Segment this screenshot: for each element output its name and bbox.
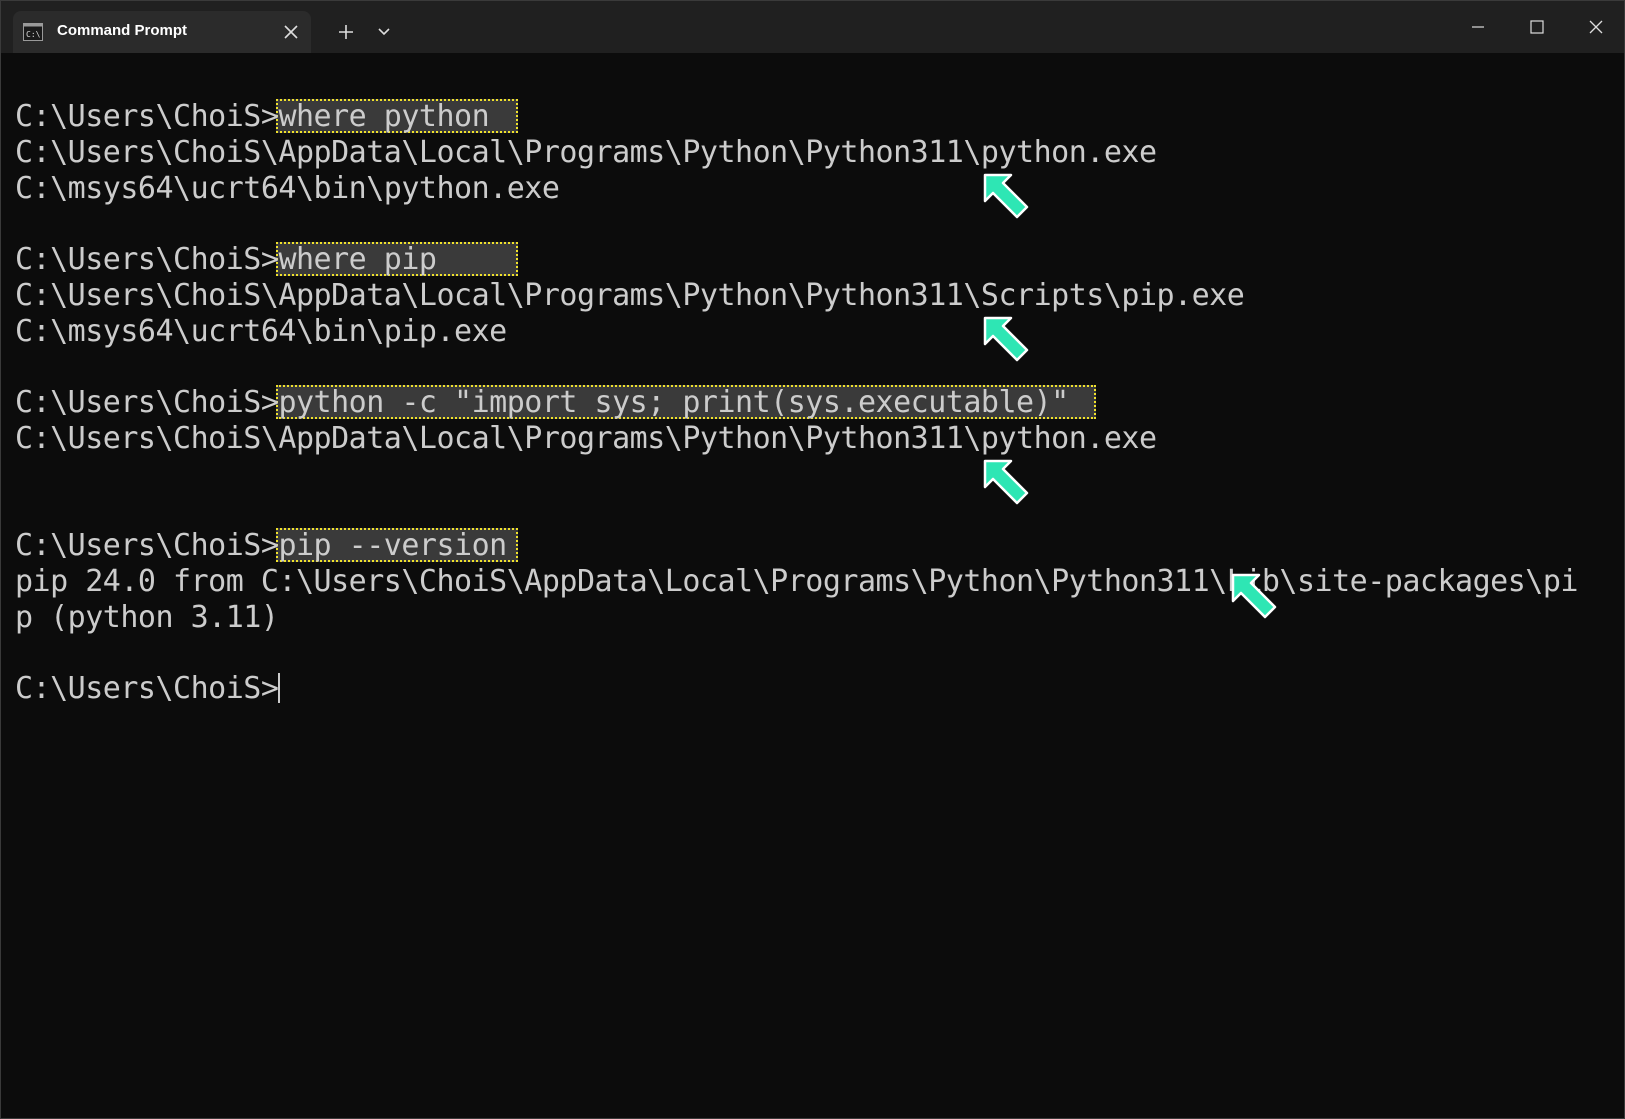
command-text: where pip	[278, 242, 437, 277]
maximize-button[interactable]	[1517, 11, 1557, 43]
close-icon[interactable]	[283, 24, 299, 40]
output-line: C:\msys64\ucrt64\bin\pip.exe	[15, 314, 507, 349]
terminal-window: C:\ Command Prompt C:\Users\ChoiS>where …	[0, 0, 1625, 1119]
prompt: C:\Users\ChoiS>	[15, 528, 279, 563]
command-prompt-icon: C:\	[23, 23, 43, 41]
tab-title: Command Prompt	[57, 22, 188, 39]
prompt: C:\Users\ChoiS>	[15, 671, 279, 706]
minimize-button[interactable]	[1458, 11, 1498, 43]
minimize-icon	[1472, 26, 1484, 28]
arrow-up-left-icon	[983, 459, 1029, 505]
current-prompt-line[interactable]: C:\Users\ChoiS>	[15, 671, 281, 707]
prompt: C:\Users\ChoiS>	[15, 385, 279, 420]
svg-text:C:\: C:\	[26, 30, 41, 39]
close-window-button[interactable]	[1576, 11, 1616, 43]
output-line: pip 24.0 from C:\Users\ChoiS\AppData\Loc…	[15, 564, 1578, 599]
chevron-down-icon[interactable]	[377, 26, 391, 38]
maximize-icon	[1530, 20, 1544, 34]
prompt: C:\Users\ChoiS>	[15, 99, 279, 134]
output-line: C:\Users\ChoiS\AppData\Local\Programs\Py…	[15, 421, 1157, 456]
tab-command-prompt[interactable]: C:\ Command Prompt	[13, 11, 311, 53]
command-text: where python	[278, 99, 490, 134]
terminal-output[interactable]: C:\Users\ChoiS>where python C:\Users\Cho…	[1, 53, 1624, 1118]
command-line: C:\Users\ChoiS>where python	[15, 99, 490, 135]
arrow-up-left-icon	[983, 316, 1029, 362]
prompt: C:\Users\ChoiS>	[15, 242, 279, 277]
arrow-up-left-icon	[983, 173, 1029, 219]
output-line: C:\msys64\ucrt64\bin\python.exe	[15, 171, 560, 206]
output-line: p (python 3.11)	[15, 600, 279, 635]
command-text: python -c "import sys; print(sys.executa…	[278, 385, 1069, 420]
output-line: C:\Users\ChoiS\AppData\Local\Programs\Py…	[15, 135, 1157, 170]
arrow-up-left-icon	[1231, 573, 1277, 619]
command-text: pip --version	[278, 528, 507, 563]
close-icon	[1589, 20, 1603, 34]
text-cursor	[278, 673, 281, 703]
output-line: C:\Users\ChoiS\AppData\Local\Programs\Py…	[15, 278, 1245, 313]
command-line: C:\Users\ChoiS>where pip	[15, 242, 437, 278]
plus-icon[interactable]	[337, 23, 355, 41]
command-line: C:\Users\ChoiS>pip --version	[15, 528, 507, 564]
title-bar[interactable]: C:\ Command Prompt	[1, 1, 1624, 53]
command-line: C:\Users\ChoiS>python -c "import sys; pr…	[15, 385, 1069, 421]
